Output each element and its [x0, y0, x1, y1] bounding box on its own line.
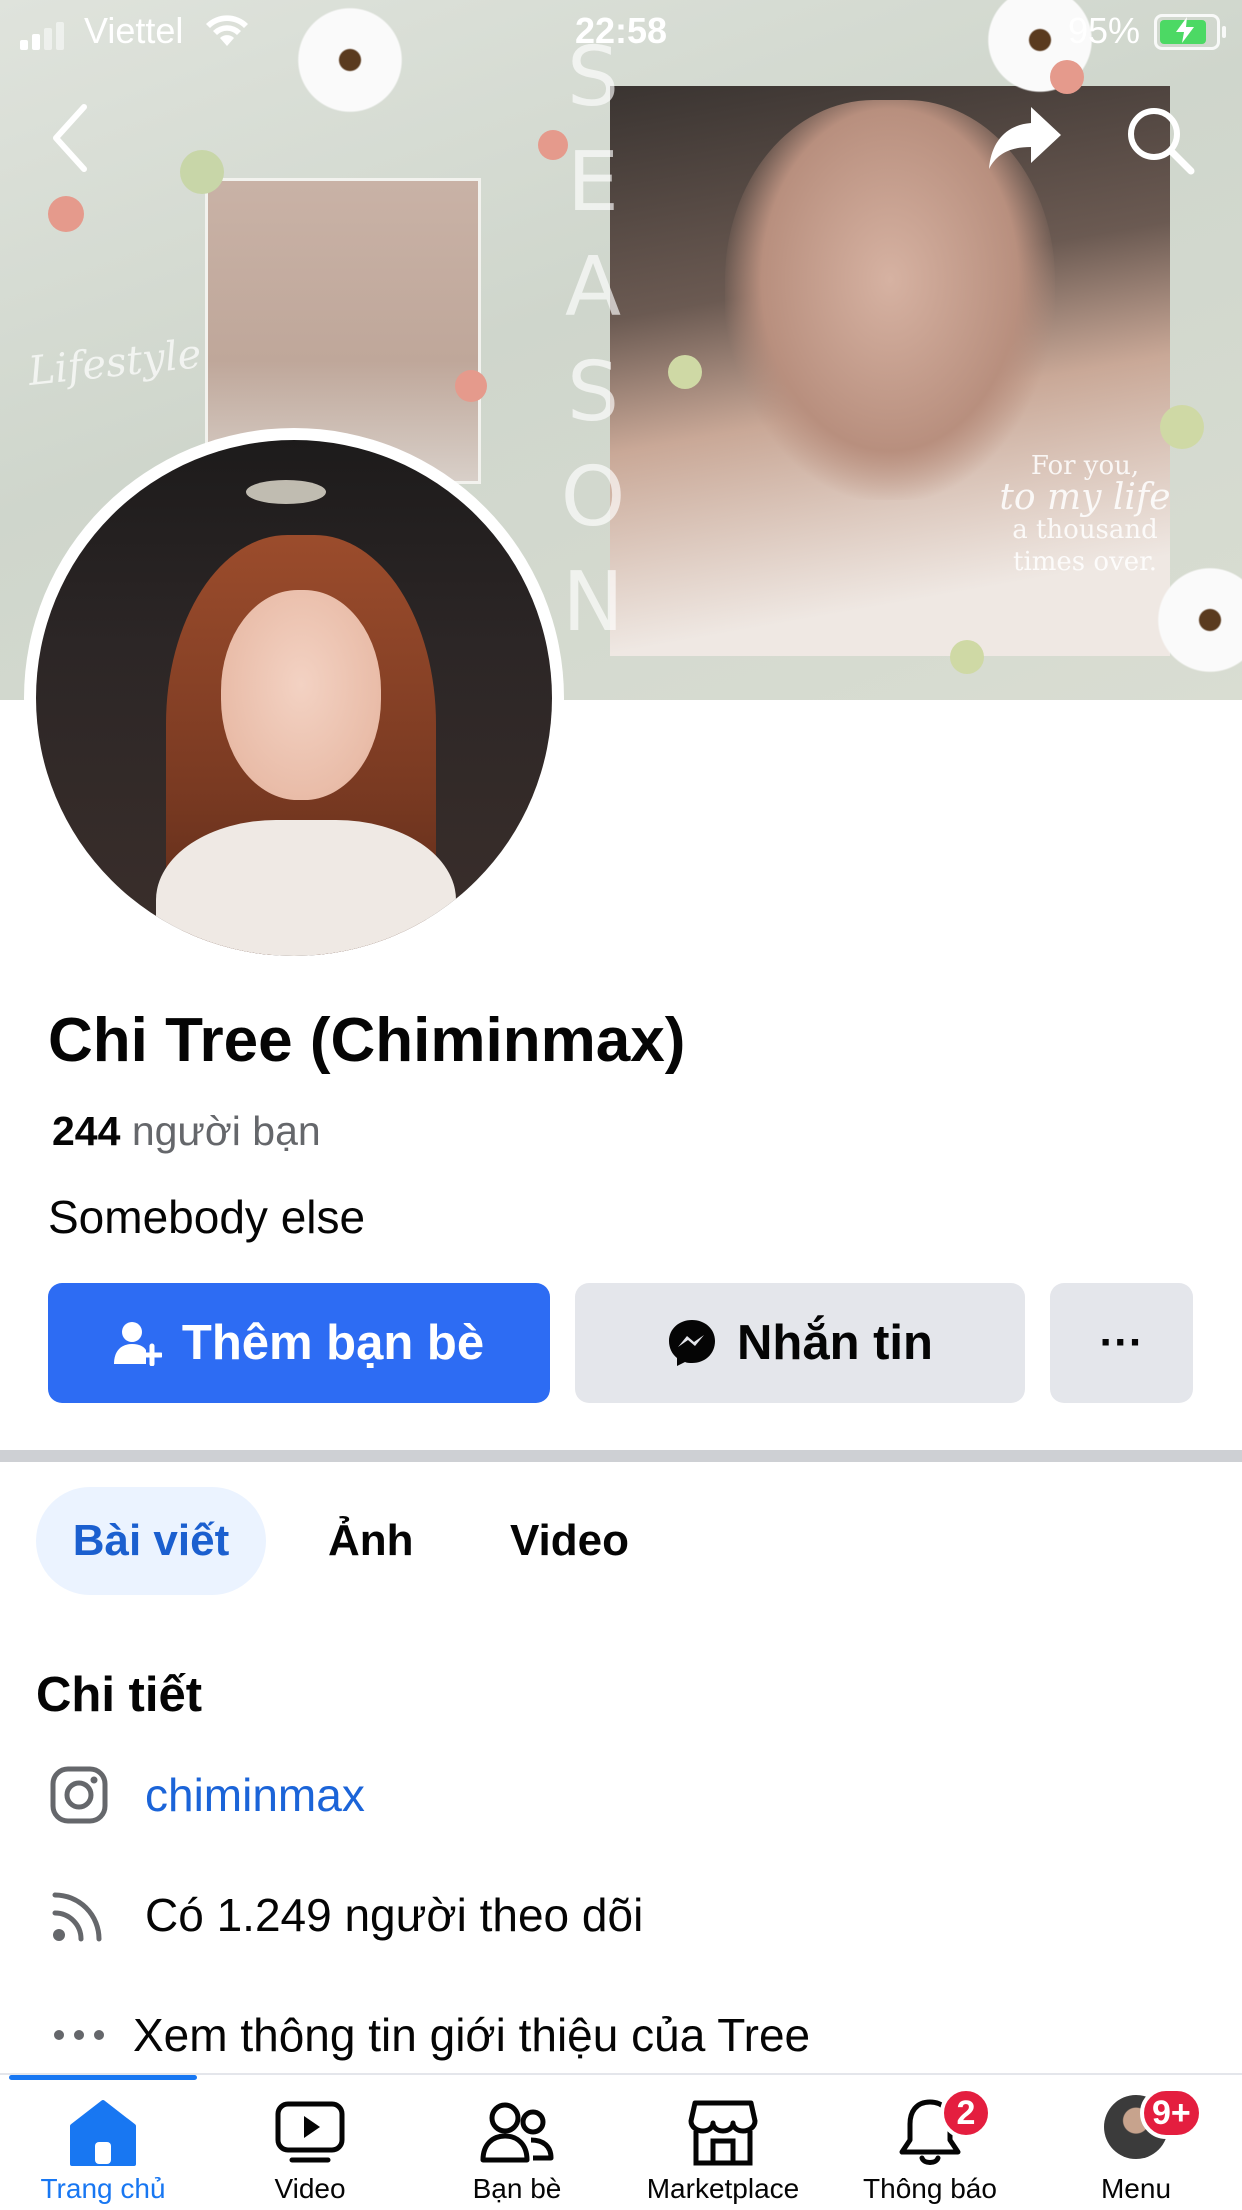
avatar-shirt [156, 820, 456, 956]
cover-season-letter: A [564, 240, 622, 335]
share-arrow-icon [989, 107, 1061, 169]
confetti-dot [950, 640, 984, 674]
cover-quote: For you, to my life a thousand times ove… [955, 450, 1215, 578]
cover-season-letter: N [562, 555, 624, 650]
more-dots-icon: ··· [1099, 1318, 1144, 1367]
cover-lifestyle-text: Lifestyle [26, 331, 204, 395]
message-label: Nhắn tin [737, 1316, 933, 1370]
nav-video[interactable]: Video [210, 2075, 410, 2210]
followers-count: Có 1.249 người theo dõi [145, 1889, 644, 1941]
profile-bio: Somebody else [48, 1191, 366, 1243]
menu-badge: 9+ [1140, 2087, 1203, 2139]
status-time: 22:58 [574, 10, 668, 51]
cover-season-text: SEASON [548, 25, 638, 655]
nav-home[interactable]: Trang chủ [3, 2075, 203, 2210]
search-button[interactable] [1120, 100, 1200, 180]
instagram-handle-link[interactable]: chiminmax [145, 1768, 365, 1822]
nav-video-label: Video [274, 2173, 346, 2204]
nav-menu[interactable]: 9+ Menu [1036, 2075, 1236, 2210]
confetti-dot [668, 355, 702, 389]
details-heading: Chi tiết [36, 1668, 203, 1722]
battery-icon [1154, 14, 1226, 50]
followers-row[interactable]: Có 1.249 người theo dõi [0, 1870, 1242, 1960]
nav-marketplace[interactable]: Marketplace [623, 2075, 823, 2210]
search-icon [1128, 108, 1195, 175]
bell-icon [830, 2093, 1030, 2173]
nav-friends-label: Bạn bè [472, 2173, 562, 2204]
video-icon [210, 2093, 410, 2173]
messenger-icon [669, 1320, 715, 1366]
nav-notifications[interactable]: 2 Thông báo [830, 2075, 1030, 2210]
cover-season-letter: O [560, 450, 626, 545]
avatar-lamp [246, 480, 326, 504]
nav-notifications-label: Thông báo [863, 2173, 997, 2204]
chevron-left-icon [53, 104, 87, 172]
notification-badge: 2 [940, 2087, 992, 2139]
nav-marketplace-label: Marketplace [646, 2173, 800, 2204]
home-icon [3, 2093, 203, 2173]
add-friend-label: Thêm bạn bè [181, 1316, 485, 1370]
more-options-button[interactable]: ··· [1050, 1283, 1193, 1403]
friend-count: 244 [52, 1108, 121, 1154]
nav-friends[interactable]: Bạn bè [417, 2075, 617, 2210]
bottom-navigation: Trang chủ Video Bạn bè Marketplace 2 Thô… [0, 2073, 1242, 2210]
tab-photos-label: Ảnh [328, 1516, 414, 1565]
ellipsis-icon [44, 2000, 114, 2070]
add-friend-button[interactable]: Thêm bạn bè [48, 1283, 550, 1403]
avatar-face [221, 590, 381, 800]
cover-season-letter: S [566, 345, 620, 440]
profile-avatar[interactable] [36, 440, 552, 956]
friend-count-label: người bạn [131, 1108, 321, 1154]
confetti-dot [455, 370, 487, 402]
see-about-link[interactable]: Xem thông tin giới thiệu của Tree [133, 2008, 810, 2062]
marketplace-icon [623, 2093, 823, 2173]
instagram-icon [44, 1760, 114, 1830]
confetti-dot [180, 150, 224, 194]
friends-icon [417, 2093, 617, 2173]
confetti-dot [1050, 60, 1084, 94]
friend-count-line[interactable]: 244 người bạn [52, 1108, 321, 1155]
back-button[interactable] [40, 98, 100, 178]
cover-quote-line: a thousand [1012, 515, 1158, 545]
tab-posts[interactable]: Bài viết [36, 1487, 266, 1595]
rss-follow-icon [44, 1880, 114, 1950]
profile-name: Chi Tree (Chiminmax) [48, 1006, 686, 1075]
section-divider [0, 1450, 1242, 1462]
confetti-dot [48, 196, 84, 232]
instagram-row[interactable]: chiminmax [0, 1750, 1242, 1840]
nav-menu-label: Menu [1100, 2173, 1172, 2204]
battery-percent: 95% [1068, 10, 1141, 51]
tab-video[interactable]: Video [510, 1487, 629, 1595]
share-button[interactable] [985, 100, 1065, 176]
about-row[interactable]: Xem thông tin giới thiệu của Tree [0, 1990, 1242, 2080]
tab-video-label: Video [510, 1516, 630, 1565]
add-friend-icon [113, 1322, 162, 1366]
message-button[interactable]: Nhắn tin [575, 1283, 1025, 1403]
cover-quote-line: to my life [999, 477, 1171, 518]
status-bar: Viettel 22:58 95% [0, 0, 1242, 64]
tab-photos[interactable]: Ảnh [328, 1487, 414, 1595]
tab-posts-label: Bài viết [72, 1516, 230, 1565]
confetti-dot [1160, 405, 1204, 449]
confetti-dot [538, 130, 568, 160]
